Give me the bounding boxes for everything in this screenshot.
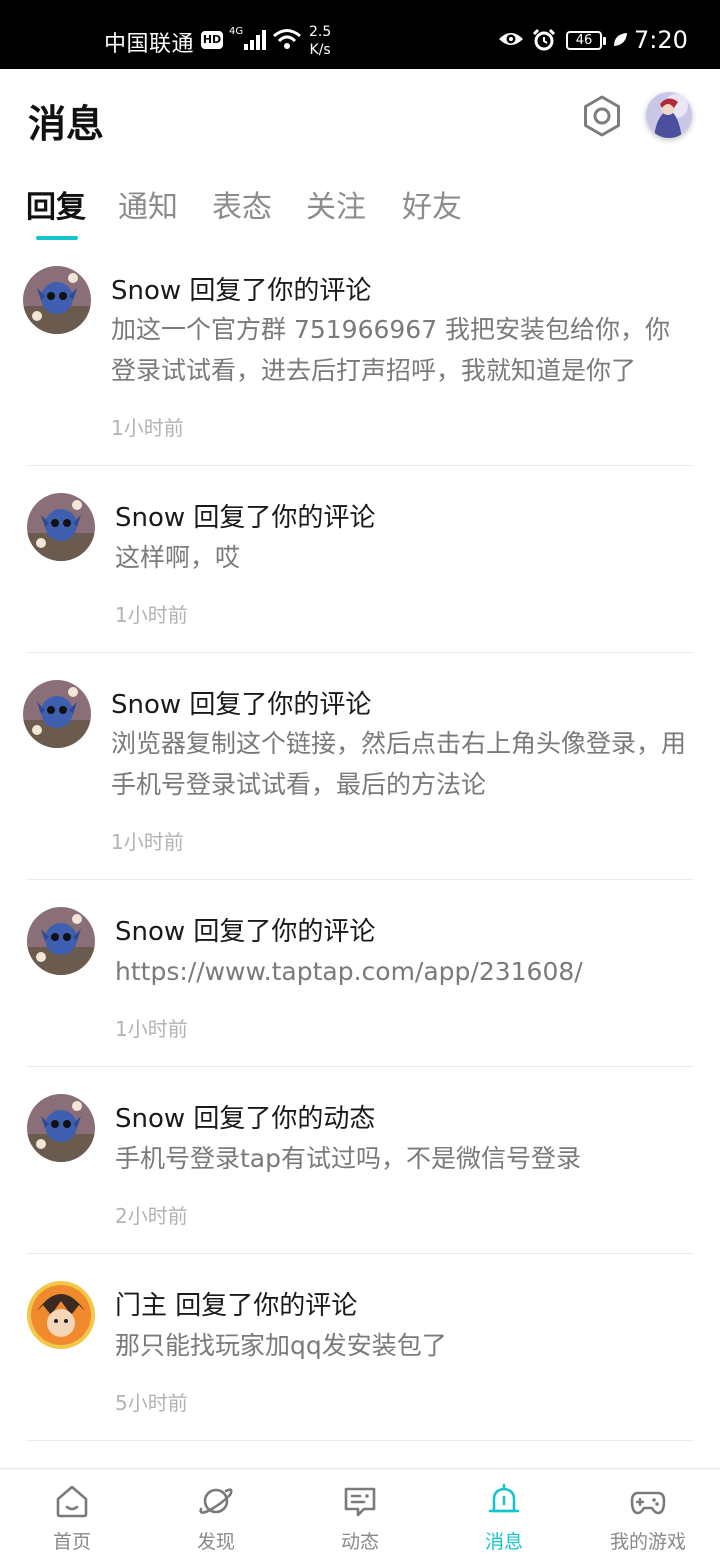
message-time: 1小时前 xyxy=(111,416,184,440)
message-item[interactable]: 门主 回复了你的评论 那只能找玩家加qq发安装包了 5小时前 xyxy=(0,1254,720,1440)
tab-reactions[interactable]: 表态 xyxy=(212,182,272,226)
signal-icon xyxy=(244,28,268,50)
sender-avatar[interactable] xyxy=(27,907,95,975)
message-content-link[interactable]: https://www.taptap.com/app/231608/ xyxy=(115,951,697,992)
message-item[interactable]: Snow 回复了你的评论 https://www.taptap.com/app/… xyxy=(0,880,720,1066)
message-content: 手机号登录tap有试过吗，不是微信号登录 xyxy=(115,1144,581,1173)
speed-value: 2.5 xyxy=(309,24,332,40)
nav-feed[interactable]: 动态 xyxy=(288,1469,432,1560)
tab-replies[interactable]: 回复 xyxy=(26,182,86,226)
message-item[interactable]: Snow 回复了你的动态 手机号登录tap有试过吗，不是微信号登录 2小时前 xyxy=(0,1067,720,1253)
user-avatar[interactable] xyxy=(646,92,692,138)
nav-label: 消息 xyxy=(484,1531,523,1553)
message-content: 这样啊，哎 xyxy=(115,543,241,572)
tab-follows[interactable]: 关注 xyxy=(306,182,366,226)
active-tab-indicator xyxy=(36,236,78,240)
sender-avatar[interactable] xyxy=(23,680,91,748)
message-author: Snow 回复了你的评论 xyxy=(111,276,372,306)
message-author: Snow 回复了你的评论 xyxy=(115,503,376,533)
sender-avatar[interactable] xyxy=(27,493,95,561)
nav-label: 发现 xyxy=(196,1531,235,1553)
power-saving-leaf-icon xyxy=(614,33,627,46)
sender-avatar[interactable] xyxy=(27,1281,95,1349)
screen: 中国联通 HD 4G 2.5 K/s 46 7:20 消息 回复 通知 表态 关… xyxy=(0,0,720,1560)
message-time: 1小时前 xyxy=(111,830,184,854)
sender-avatar[interactable] xyxy=(23,266,91,334)
message-item[interactable]: Snow 回复了你的评论 加这一个官方群 751966967 我把安装包给你，你… xyxy=(0,250,720,466)
page-title: 消息 xyxy=(28,102,105,146)
settings-gear-icon[interactable] xyxy=(580,94,624,138)
message-time: 5小时前 xyxy=(115,1391,188,1415)
message-time: 2小时前 xyxy=(115,1204,188,1228)
nav-label: 我的游戏 xyxy=(609,1531,686,1553)
message-author: 门主 回复了你的评论 xyxy=(115,1291,358,1321)
bottom-nav: 首页 发现 动态 消息 我的游戏 xyxy=(0,1468,720,1560)
message-time: 1小时前 xyxy=(115,1017,188,1041)
nav-my-games[interactable]: 我的游戏 xyxy=(576,1469,720,1560)
status-bar: 中国联通 HD 4G 2.5 K/s 46 7:20 xyxy=(0,0,720,69)
home-icon xyxy=(56,1485,88,1518)
carrier-name: 中国联通 xyxy=(104,32,195,57)
planet-icon xyxy=(199,1488,233,1514)
nav-messages[interactable]: 消息 xyxy=(432,1469,576,1560)
alarm-icon xyxy=(532,28,556,51)
wifi-icon xyxy=(273,29,301,49)
divider xyxy=(26,1440,694,1441)
network-type: 4G xyxy=(229,26,244,37)
message-author: Snow 回复了你的动态 xyxy=(115,1104,376,1134)
gamepad-icon xyxy=(630,1491,666,1515)
message-content: 那只能找玩家加qq发安装包了 xyxy=(115,1331,447,1360)
tab-friends[interactable]: 好友 xyxy=(402,182,462,226)
nav-label: 动态 xyxy=(340,1531,379,1553)
message-content: 加这一个官方群 751966967 我把安装包给你，你登录试试看，进去后打声招呼… xyxy=(111,315,671,385)
message-author: Snow 回复了你的评论 xyxy=(111,690,372,720)
message-author: Snow 回复了你的评论 xyxy=(115,917,376,947)
sender-avatar[interactable] xyxy=(27,1094,95,1162)
speed-unit: K/s xyxy=(309,42,331,58)
bell-icon xyxy=(488,1483,520,1513)
network-speed: 2.5 K/s xyxy=(309,23,331,59)
hd-badge: HD xyxy=(201,31,223,49)
message-item[interactable]: Snow 回复了你的评论 这样啊，哎 1小时前 xyxy=(0,466,720,652)
nav-home[interactable]: 首页 xyxy=(0,1469,144,1560)
chat-icon xyxy=(344,1487,376,1517)
battery-indicator: 46 xyxy=(566,31,606,50)
message-item[interactable]: Snow 回复了你的评论 浏览器复制这个链接，然后点击右上角头像登录，用手机号登… xyxy=(0,653,720,879)
nav-label: 首页 xyxy=(52,1531,91,1553)
nav-discover[interactable]: 发现 xyxy=(144,1469,288,1560)
clock: 7:20 xyxy=(634,26,688,54)
tab-notifications[interactable]: 通知 xyxy=(118,182,178,226)
eye-comfort-icon xyxy=(499,33,523,45)
message-content: 浏览器复制这个链接，然后点击右上角头像登录，用手机号登录试试看，最后的方法论 xyxy=(111,729,687,799)
message-time: 1小时前 xyxy=(115,603,188,627)
